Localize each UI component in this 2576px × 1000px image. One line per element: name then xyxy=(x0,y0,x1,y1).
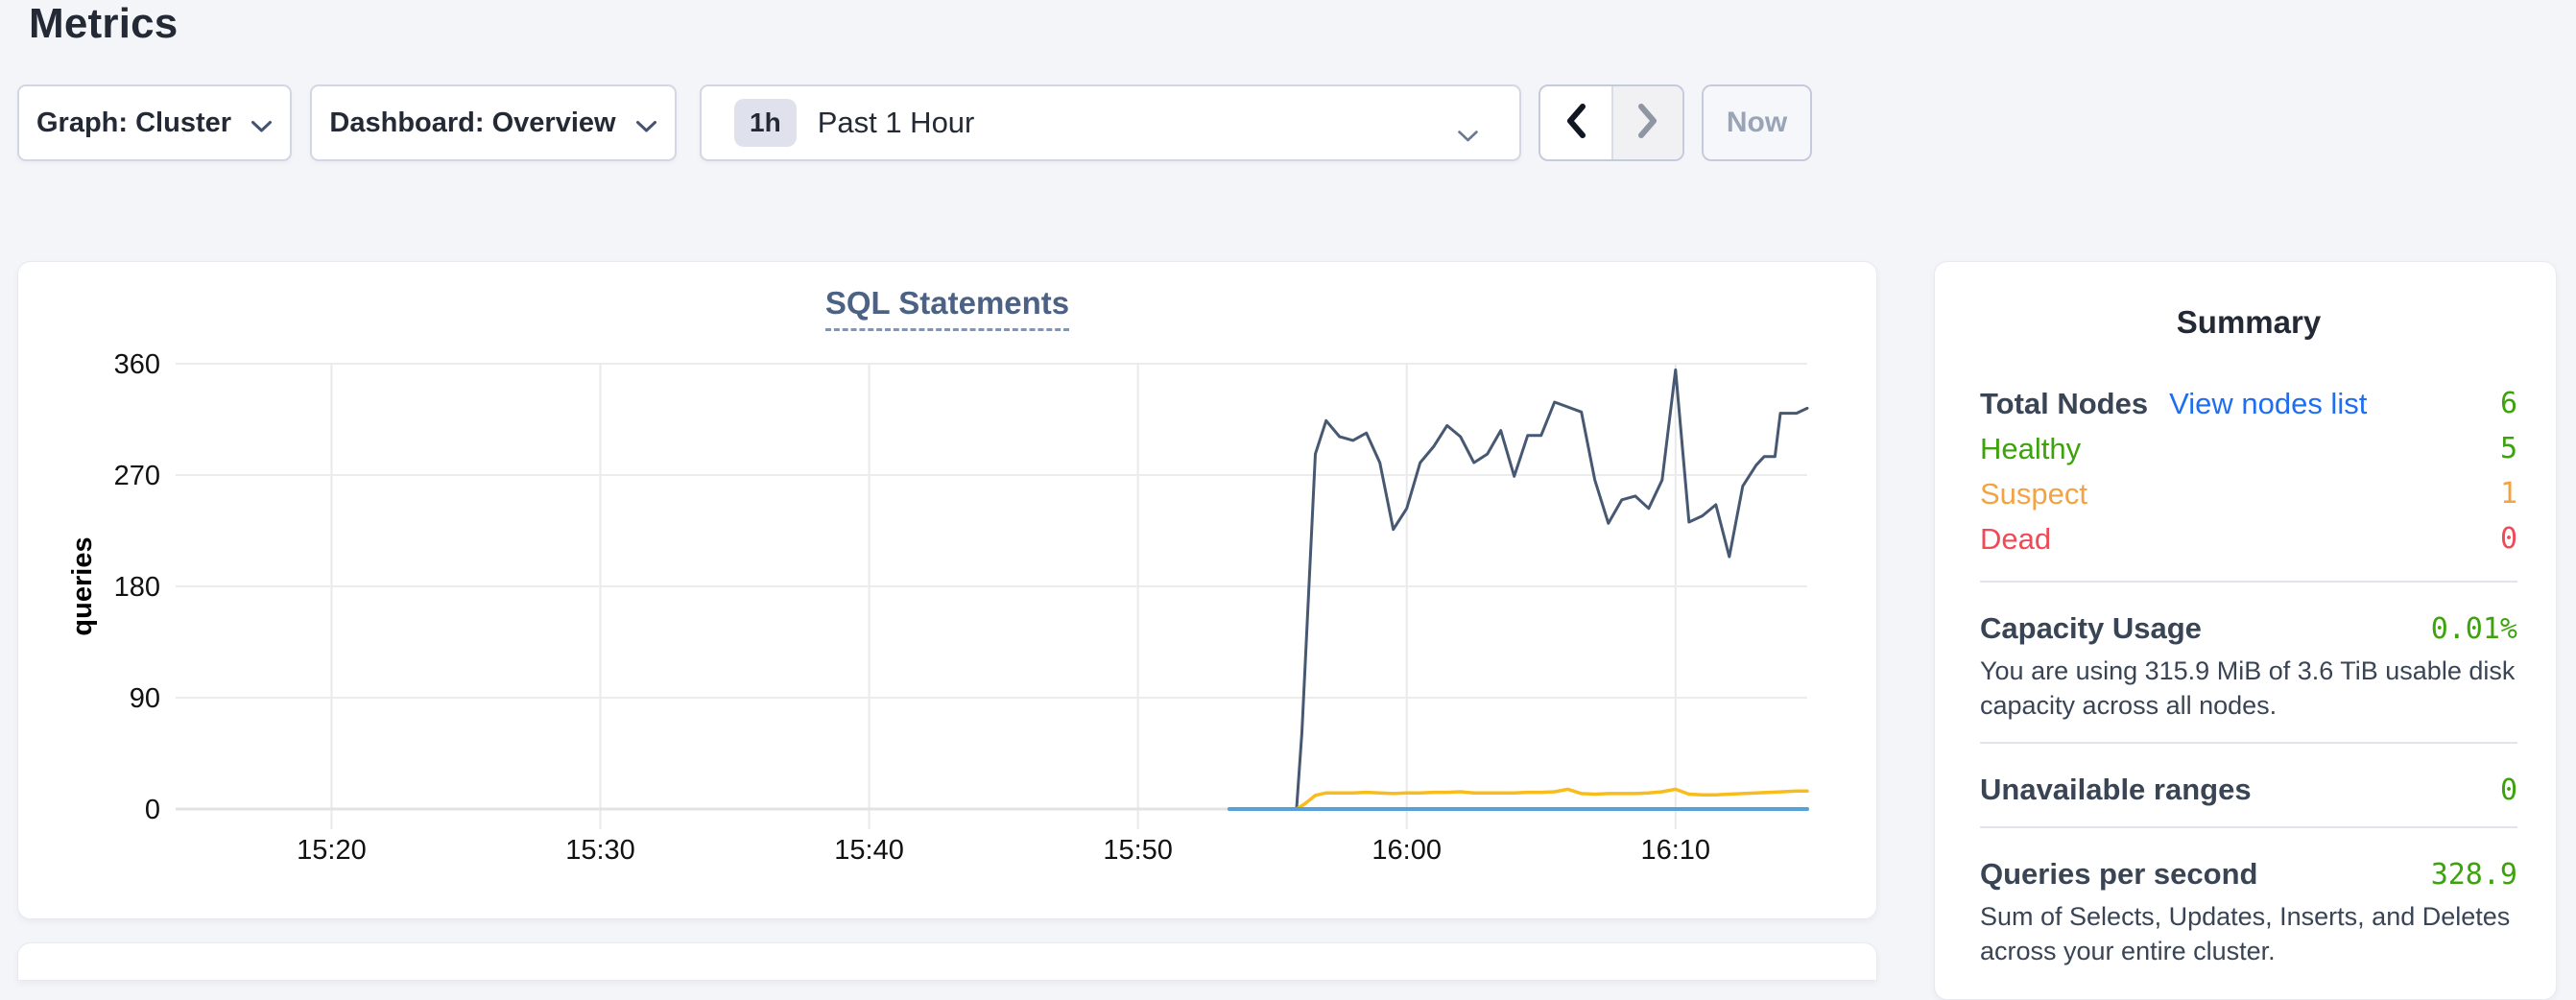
queries-per-second-description: Sum of Selects, Updates, Inserts, and De… xyxy=(1980,899,2517,968)
graph-dropdown-label: Graph: Cluster xyxy=(36,107,231,139)
y-tick-label: 180 xyxy=(114,572,160,603)
healthy-nodes-row: Healthy 5 xyxy=(1980,426,2517,471)
chevron-down-icon xyxy=(1457,119,1479,151)
x-tick-label: 15:30 xyxy=(565,835,635,866)
sql-statements-chart-card: SQL Statements 15:2015:3015:4015:5016:00… xyxy=(17,261,1877,919)
time-range-label: Past 1 Hour xyxy=(818,106,975,140)
sql-statements-chart[interactable]: 15:20 15:30 15:40 15:50 16:00 16:10 0 90 180 270 3… xyxy=(18,262,1878,920)
unavailable-ranges-value: 0 xyxy=(2500,774,2517,807)
time-range-selector[interactable]: 1h Past 1 Hour xyxy=(700,84,1521,161)
graph-dropdown[interactable]: Graph: Cluster xyxy=(17,84,292,161)
suspect-label: Suspect xyxy=(1980,477,2087,512)
x-tick-label: 15:50 xyxy=(1103,835,1173,866)
y-tick-label: 360 xyxy=(114,349,160,380)
now-button[interactable]: Now xyxy=(1702,84,1812,161)
time-range-next-button[interactable] xyxy=(1611,86,1682,159)
capacity-usage-section: Capacity Usage 0.01% You are using 315.9… xyxy=(1980,611,2517,723)
y-tick-label: 0 xyxy=(145,795,160,825)
suspect-nodes-row: Suspect 1 xyxy=(1980,471,2517,516)
total-nodes-label: Total Nodes xyxy=(1980,387,2148,421)
chevron-left-icon xyxy=(1563,102,1588,145)
nodes-block: Total Nodes View nodes list 6 Healthy 5 … xyxy=(1980,381,2517,561)
chevron-down-icon xyxy=(250,109,273,141)
time-range-nav xyxy=(1538,84,1684,161)
view-nodes-list-link[interactable]: View nodes list xyxy=(2169,387,2367,421)
y-axis-label: queries xyxy=(67,536,98,635)
time-range-prev-button[interactable] xyxy=(1540,86,1611,159)
dead-value: 0 xyxy=(2500,522,2517,556)
queries-per-second-label: Queries per second xyxy=(1980,857,2257,892)
x-tick-label: 16:00 xyxy=(1371,835,1442,866)
chevron-right-icon xyxy=(1635,102,1660,145)
unavailable-ranges-section: Unavailable ranges 0 xyxy=(1980,773,2517,807)
dead-nodes-row: Dead 0 xyxy=(1980,516,2517,561)
x-tick-label: 15:40 xyxy=(834,835,904,866)
queries-per-second-section: Queries per second 328.9 Sum of Selects,… xyxy=(1980,857,2517,968)
metrics-page: { "page": { "title": "Metrics" }, "toolb… xyxy=(0,0,2576,950)
divider xyxy=(1980,826,2517,828)
total-nodes-row: Total Nodes View nodes list 6 xyxy=(1980,381,2517,426)
capacity-usage-description: You are using 315.9 MiB of 3.6 TiB usabl… xyxy=(1980,654,2517,723)
chevron-down-icon xyxy=(635,109,657,141)
y-tick-label: 270 xyxy=(114,461,160,491)
chart-line-yellow xyxy=(1297,789,1807,809)
next-chart-card xyxy=(17,942,1877,981)
dead-label: Dead xyxy=(1980,522,2051,557)
time-range-badge: 1h xyxy=(734,99,797,147)
capacity-usage-value: 0.01% xyxy=(2431,612,2517,646)
divider xyxy=(1980,581,2517,583)
unavailable-ranges-label: Unavailable ranges xyxy=(1980,773,2252,807)
summary-title: Summary xyxy=(1980,304,2517,341)
summary-panel: Summary Total Nodes View nodes list 6 He… xyxy=(1934,261,2557,1000)
x-tick-label: 16:10 xyxy=(1640,835,1710,866)
page-title: Metrics xyxy=(29,0,178,48)
divider xyxy=(1980,742,2517,744)
chart-line-navy xyxy=(1297,369,1807,809)
healthy-label: Healthy xyxy=(1980,432,2081,466)
x-tick-label: 15:20 xyxy=(297,835,367,866)
suspect-value: 1 xyxy=(2500,477,2517,511)
healthy-value: 5 xyxy=(2500,432,2517,465)
dashboard-dropdown-label: Dashboard: Overview xyxy=(329,107,615,139)
capacity-usage-label: Capacity Usage xyxy=(1980,611,2202,646)
queries-per-second-value: 328.9 xyxy=(2431,858,2517,892)
total-nodes-value: 6 xyxy=(2500,387,2517,420)
y-tick-label: 90 xyxy=(130,683,160,714)
dashboard-dropdown[interactable]: Dashboard: Overview xyxy=(310,84,677,161)
